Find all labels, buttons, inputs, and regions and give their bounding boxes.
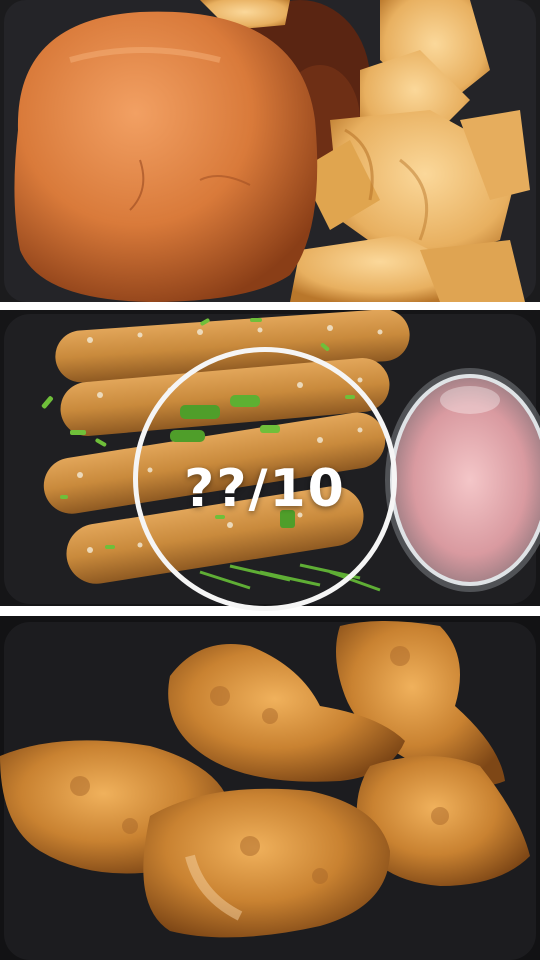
rating-text: ??/10 <box>184 459 346 519</box>
burger-bun <box>14 11 318 302</box>
burger-chips-photo <box>0 0 540 302</box>
rating-ring: ??/10 <box>133 347 397 611</box>
fried-wings-photo <box>0 616 540 960</box>
